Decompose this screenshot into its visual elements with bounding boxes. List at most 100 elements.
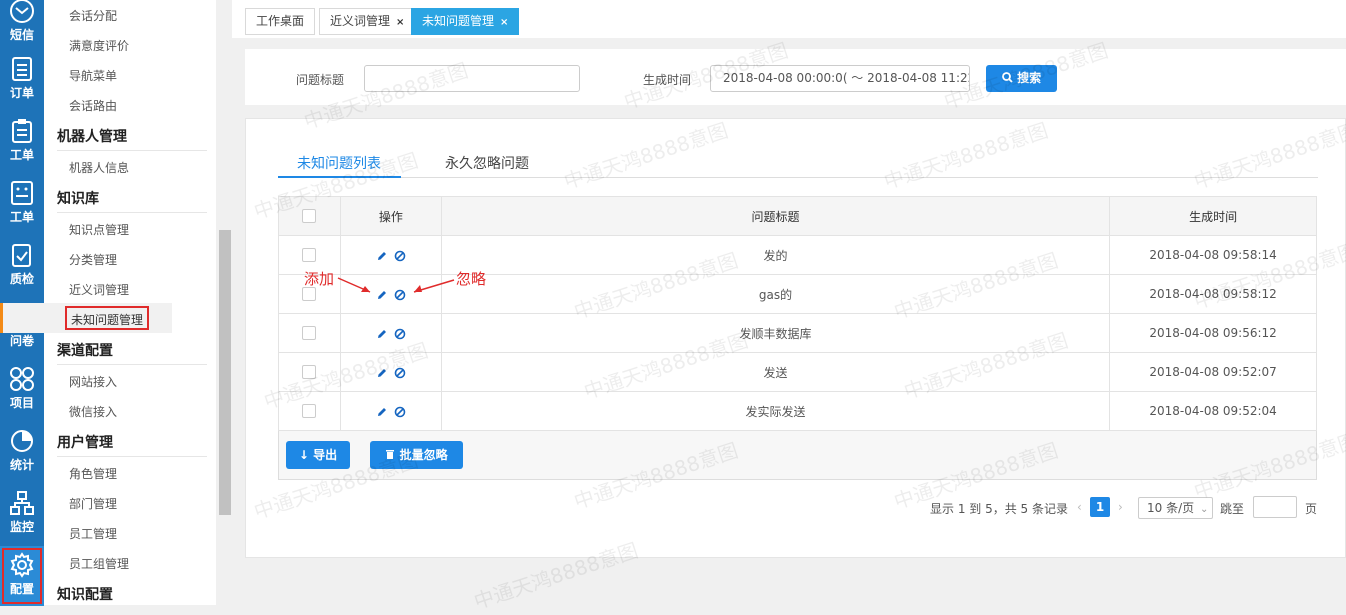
row-checkbox[interactable] [302,326,317,341]
row-title: 发顺丰数据库 [440,313,1111,353]
page-size-select[interactable]: 10 条/页 ⌄ [1138,497,1213,519]
submenu-group-robot[interactable]: 机器人管理 [57,126,127,146]
order-icon [12,57,32,81]
time-label: 生成时间 [643,73,692,87]
row-title: 发送 [440,352,1111,392]
submenu-item-session-assign[interactable]: 会话分配 [69,7,117,24]
rail-label: 问卷 [9,334,34,348]
row-checkbox[interactable] [302,404,317,419]
rail-label: 项目 [9,396,34,410]
tab-ignored-list[interactable]: 永久忽略问题 [445,153,529,173]
table-row: 发的 2018-04-08 09:58:14 [278,235,1317,275]
rail-item-ticket-2[interactable]: 工单 [0,176,44,236]
rail-item-monitor[interactable]: 监控 [0,486,44,546]
next-page-icon[interactable]: › [1118,500,1123,514]
rail-item-order[interactable]: 订单 [0,52,44,112]
row-checkbox[interactable] [302,248,317,263]
close-icon[interactable]: × [500,17,508,28]
submenu-item-wechat[interactable]: 微信接入 [69,403,117,420]
rail-item-config[interactable]: 配置 [0,546,44,606]
submenu-item-session-route[interactable]: 会话路由 [69,97,117,114]
submenu-group-kb[interactable]: 知识库 [57,188,99,208]
prev-page-icon[interactable]: ‹ [1077,500,1082,514]
row-checkbox[interactable] [302,365,317,380]
rail-label: 监控 [9,520,34,534]
rail-label: 统计 [9,458,34,472]
submenu-item-unknown-question[interactable]: 未知问题管理 [71,311,143,328]
row-time: 2018-04-08 09:58:12 [1109,274,1317,314]
submenu-item-category[interactable]: 分类管理 [69,251,117,268]
submenu-item-staff[interactable]: 员工管理 [69,525,117,542]
date-range-input[interactable]: 2018-04-08 00:00:0( ～ 2018-04-08 11:22:2 [710,65,970,92]
select-all-checkbox[interactable] [302,209,317,224]
rail-label: 工单 [9,148,34,162]
close-icon[interactable]: × [396,17,404,28]
rail-label: 短信 [9,28,34,42]
table-row: 发实际发送 2018-04-08 09:52:04 [278,391,1317,431]
page-number-current[interactable]: 1 [1090,497,1110,517]
header-title: 问题标题 [440,196,1111,236]
submenu-item-robot-info[interactable]: 机器人信息 [69,159,129,176]
row-checkbox[interactable] [302,287,317,302]
jump-label: 跳至 [1220,502,1245,516]
row-time: 2018-04-08 09:56:12 [1109,313,1317,353]
export-button[interactable]: ↓ 导出 [286,441,350,469]
ban-icon[interactable] [394,406,406,418]
submenu-divider [57,150,207,151]
pencil-icon[interactable] [376,250,388,262]
tab-unknown-list[interactable]: 未知问题列表 [297,153,381,173]
submenu-item-website[interactable]: 网站接入 [69,373,117,390]
page-unit-label: 页 [1305,502,1318,516]
row-time: 2018-04-08 09:52:04 [1109,391,1317,431]
submenu-item-role[interactable]: 角色管理 [69,465,117,482]
search-icon [1001,72,1013,83]
pencil-icon[interactable] [376,328,388,340]
ban-icon[interactable] [394,367,406,379]
rail-item-ticket[interactable]: 工单 [0,114,44,174]
clipboard-icon [12,119,32,143]
pagination-summary: 显示 1 到 5，共 5 条记录 [930,502,1068,516]
submenu-item-knowledge-point[interactable]: 知识点管理 [69,221,129,238]
tab-label: 近义词管理 [330,14,391,28]
gear-icon [10,552,34,578]
submenu-item-satisfaction[interactable]: 满意度评价 [69,37,129,54]
ban-icon[interactable] [394,250,406,262]
submenu-scroll-thumb[interactable] [219,230,231,515]
submenu-divider [57,456,207,457]
ban-icon[interactable] [394,328,406,340]
submenu-item-staff-group[interactable]: 员工组管理 [69,555,129,572]
project-icon [10,367,34,391]
submenu-item-nav-menu[interactable]: 导航菜单 [69,67,117,84]
title-input[interactable] [364,65,580,92]
batch-ignore-label: 批量忽略 [399,448,448,462]
tab-workbench[interactable]: 工作桌面 [245,8,316,35]
submenu-group-channel[interactable]: 渠道配置 [57,340,113,360]
tab-synonym[interactable]: 近义词管理 × [319,8,416,35]
rail-item-project[interactable]: 项目 [0,362,44,422]
tab-unknown-question[interactable]: 未知问题管理 × [411,8,520,35]
tab-label: 未知问题管理 [422,14,495,28]
form-icon [11,181,33,205]
rail-item-sms[interactable]: 短信 [0,0,44,42]
table-header-row: 操作 问题标题 生成时间 [278,196,1317,236]
date-range-value: 2018-04-08 00:00:0( ～ 2018-04-08 11:22:2 [723,71,970,85]
check-doc-icon [12,244,31,267]
select-all-cell [278,196,341,236]
jump-page-input[interactable] [1253,496,1297,518]
submenu-group-user[interactable]: 用户管理 [57,432,113,452]
pencil-icon[interactable] [376,406,388,418]
rail-item-stats[interactable]: 统计 [0,424,44,484]
table-row: 发送 2018-04-08 09:52:07 [278,352,1317,392]
content-tab-active-indicator [278,176,401,178]
submenu-item-department[interactable]: 部门管理 [69,495,117,512]
tab-label: 工作桌面 [256,14,305,28]
pencil-icon[interactable] [376,367,388,379]
submenu-group-knowledge-config[interactable]: 知识配置 [57,584,113,604]
rail-item-quality[interactable]: 质检 [0,238,44,298]
submenu-item-synonym[interactable]: 近义词管理 [69,281,129,298]
search-button[interactable]: 搜索 [986,65,1057,92]
monitor-icon [10,491,34,515]
batch-ignore-button[interactable]: 批量忽略 [370,441,463,469]
unknown-question-table: 操作 问题标题 生成时间 发的 2018-04-08 09:58:14 gas的… [278,196,1317,431]
search-button-label: 搜索 [1017,71,1042,85]
